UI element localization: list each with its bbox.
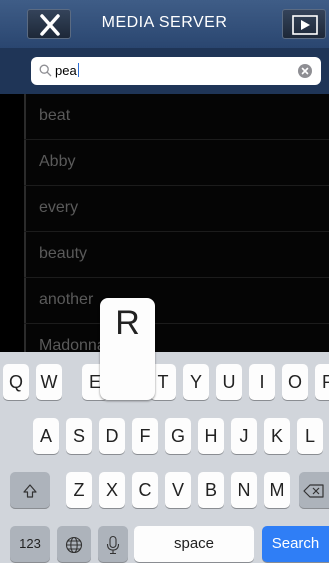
globe-key[interactable] xyxy=(57,526,91,562)
list-item[interactable]: Abby xyxy=(24,140,329,186)
list-item[interactable]: beat xyxy=(24,94,329,140)
key-q[interactable]: Q xyxy=(3,364,29,400)
search-bar: pea xyxy=(0,48,329,94)
key-u[interactable]: U xyxy=(216,364,242,400)
key-s[interactable]: S xyxy=(66,418,92,454)
globe-icon xyxy=(65,537,83,554)
key-r-popup[interactable]: R xyxy=(100,298,155,400)
space-key[interactable]: space xyxy=(134,526,254,562)
key-z[interactable]: Z xyxy=(66,472,92,508)
backspace-icon xyxy=(303,484,324,498)
list-item[interactable]: Madonna xyxy=(24,324,329,352)
key-l[interactable]: L xyxy=(297,418,323,454)
list-item[interactable]: every xyxy=(24,186,329,232)
key-g[interactable]: G xyxy=(165,418,191,454)
key-v[interactable]: V xyxy=(165,472,191,508)
mic-icon xyxy=(106,536,120,555)
search-field[interactable]: pea xyxy=(31,57,321,85)
keyboard: Q W E T Y U I O P A S D F G H J K L Z X … xyxy=(0,352,329,563)
shift-icon xyxy=(23,484,37,498)
key-y[interactable]: Y xyxy=(183,364,209,400)
list-item[interactable]: another xyxy=(24,278,329,324)
play-icon xyxy=(292,15,318,35)
key-a[interactable]: A xyxy=(33,418,59,454)
key-h[interactable]: H xyxy=(198,418,224,454)
key-w[interactable]: W xyxy=(36,364,62,400)
mic-key[interactable] xyxy=(98,526,128,562)
clear-icon xyxy=(301,67,309,75)
key-i[interactable]: I xyxy=(249,364,275,400)
search-key[interactable]: Search xyxy=(262,526,329,562)
results-list: beat Abby every beauty another Madonna xyxy=(24,94,329,352)
key-p[interactable]: P xyxy=(315,364,329,400)
key-b[interactable]: B xyxy=(198,472,224,508)
key-d[interactable]: D xyxy=(99,418,125,454)
search-input[interactable]: pea xyxy=(55,63,79,78)
list-item[interactable]: beauty xyxy=(24,232,329,278)
search-icon xyxy=(39,64,52,77)
key-m[interactable]: M xyxy=(264,472,290,508)
key-x[interactable]: X xyxy=(99,472,125,508)
key-c[interactable]: C xyxy=(132,472,158,508)
key-k[interactable]: K xyxy=(264,418,290,454)
shift-key[interactable] xyxy=(10,472,50,508)
key-j[interactable]: J xyxy=(231,418,257,454)
page-title: MEDIA SERVER xyxy=(101,14,228,31)
key-o[interactable]: O xyxy=(282,364,308,400)
backspace-key[interactable] xyxy=(299,472,329,508)
numbers-key[interactable]: 123 xyxy=(10,526,50,562)
app-header: MEDIA SERVER xyxy=(0,0,329,49)
clear-search-button[interactable] xyxy=(298,64,312,78)
play-button[interactable] xyxy=(282,9,326,39)
key-n[interactable]: N xyxy=(231,472,257,508)
key-f[interactable]: F xyxy=(132,418,158,454)
